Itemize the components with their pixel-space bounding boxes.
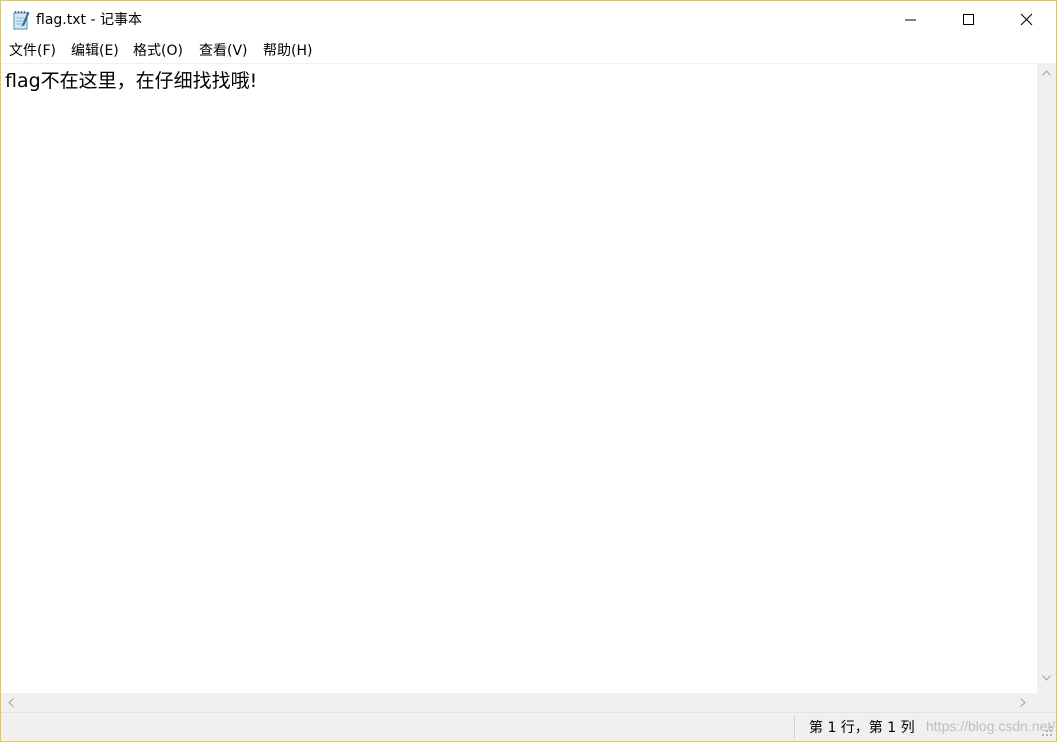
menu-bar: 文件(F) 编辑(E) 格式(O) 查看(V) 帮助(H) [1,39,1056,63]
menu-edit[interactable]: 编辑(E) [71,43,119,60]
minimize-button[interactable] [882,1,940,39]
title-bar[interactable]: flag.txt - 记事本 [1,1,1056,39]
horizontal-scrollbar[interactable] [1,693,1037,712]
menu-help[interactable]: 帮助(H) [263,43,312,60]
scrollbar-corner [1037,693,1056,712]
watermark-text: https://blog.csdn.net/qq_43592364 [926,718,1056,734]
status-bar: 第 1 行，第 1 列 https://blog.csdn.net/qq_435… [1,712,1056,741]
minimize-icon [905,19,916,21]
menu-file[interactable]: 文件(F) [9,43,56,60]
menu-format[interactable]: 格式(O) [133,43,183,60]
scroll-up-icon[interactable] [1042,70,1051,76]
scroll-left-icon[interactable] [8,698,14,707]
vertical-scrollbar[interactable] [1037,63,1056,693]
close-button[interactable] [998,1,1056,39]
maximize-button[interactable] [940,1,998,39]
editor-content[interactable]: flag不在这里，在仔细找找哦! [5,69,257,93]
status-divider [794,716,795,738]
scroll-down-icon[interactable] [1042,675,1051,681]
notepad-window: flag.txt - 记事本 文件(F) 编辑(E) 格式(O) 查看(V) 帮… [0,0,1057,742]
text-editor[interactable]: flag不在这里，在仔细找找哦! [1,63,1037,694]
window-title: flag.txt - 记事本 [36,12,142,28]
maximize-icon [963,14,974,25]
close-icon [1020,13,1033,26]
resize-grip-icon[interactable] [1041,725,1053,737]
notepad-icon[interactable] [12,10,30,30]
menu-view[interactable]: 查看(V) [199,43,248,60]
scroll-right-icon[interactable] [1020,698,1026,707]
cursor-position: 第 1 行，第 1 列 [809,720,915,736]
